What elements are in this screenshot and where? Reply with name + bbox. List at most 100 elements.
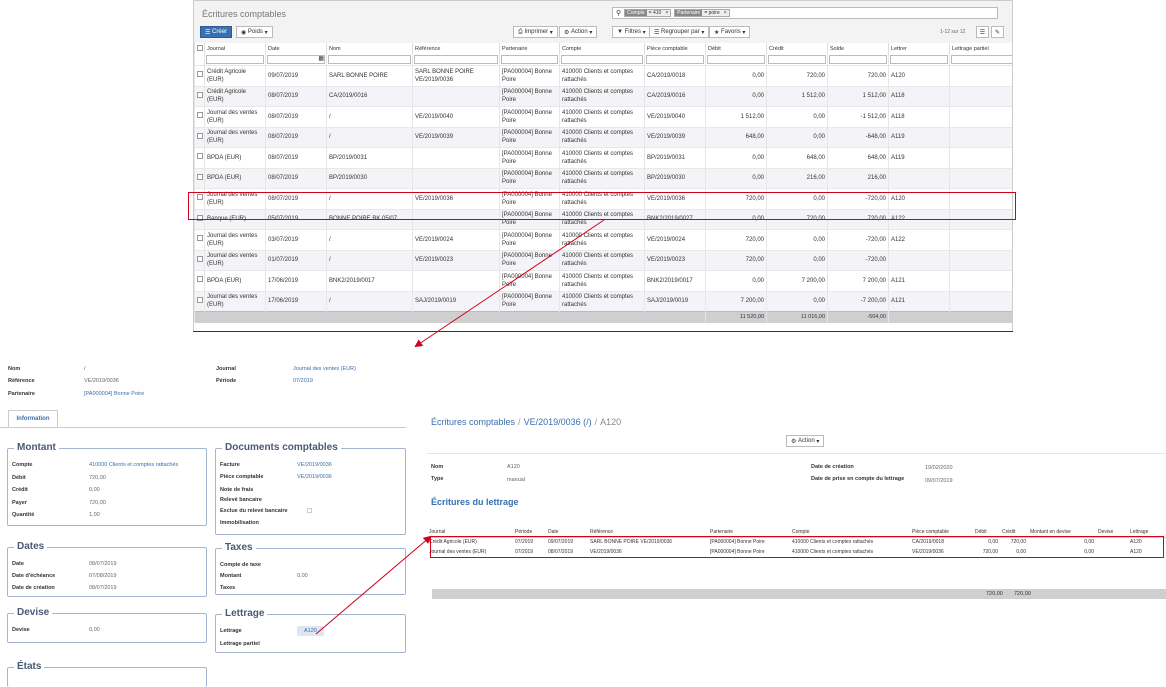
select-all-checkbox[interactable] — [197, 44, 203, 51]
weights-button[interactable]: ◉ Poids ▾ — [236, 26, 273, 38]
table-cell: VE/2019/0039 — [644, 126, 706, 148]
row-checkbox[interactable] — [197, 91, 203, 98]
table-cell: [PA000004] Bonne Poire — [499, 126, 560, 148]
filter-input[interactable] — [829, 55, 887, 64]
row-checkbox[interactable] — [197, 276, 203, 283]
filter-input[interactable] — [707, 55, 765, 64]
documents-section: Documents comptables Facture VE/2019/0036… — [215, 442, 406, 535]
column-header[interactable]: Lettrer — [888, 43, 950, 54]
table-row[interactable]: BPDA (EUR) 08/07/2019 BP/2019/0031 [PA00000… — [194, 147, 1012, 168]
column-header[interactable]: Compte — [559, 43, 645, 54]
table-cell: 0,00 — [705, 65, 767, 86]
table-row[interactable]: Journal des ventes (EUR) 08/07/2019/VE/20… — [194, 126, 1012, 148]
close-icon[interactable]: × — [722, 10, 729, 16]
table-cell: A118 — [888, 106, 950, 127]
form-view-button[interactable]: ✎ — [991, 26, 1004, 38]
table-row[interactable]: Journal des ventes (EUR) 03/07/2019/VE/20… — [194, 229, 1012, 250]
table-cell: 1 512,00 — [766, 85, 828, 107]
create-button[interactable]: ☰ Créer — [200, 26, 233, 38]
column-header[interactable]: Journal — [204, 43, 266, 54]
created-label: Date de création — [811, 464, 854, 470]
column-header[interactable]: Nom — [326, 43, 413, 54]
column-header[interactable]: Pièce comptable — [644, 43, 706, 54]
search-icon[interactable]: ⚲ — [616, 9, 621, 17]
table-cell: 08/07/2019 — [265, 147, 327, 168]
name-label: Nom — [431, 464, 444, 470]
total-credit: 720,00 — [1014, 591, 1031, 597]
partner-link[interactable]: [PA000004] Bonne Poire — [84, 391, 144, 397]
filter-input[interactable] — [561, 55, 643, 64]
table-cell: 17/06/2019 — [265, 290, 327, 312]
column-header[interactable]: Crédit — [766, 43, 828, 54]
filter-input[interactable] — [206, 55, 264, 64]
table-row[interactable]: BPDA (EUR) 08/07/2019 BP/2019/0030 [PA00000… — [194, 167, 1012, 189]
filter-input[interactable] — [951, 55, 1012, 64]
filter-input[interactable] — [890, 55, 948, 64]
row-checkbox[interactable] — [197, 296, 203, 303]
move-link[interactable]: VE/2019/0036 — [297, 474, 332, 480]
table-row[interactable]: BPDA (EUR) 17/06/2019 BNK2/2019/0017 [PA000… — [194, 270, 1012, 291]
close-icon[interactable]: × — [663, 10, 670, 16]
filter-input[interactable] — [414, 55, 498, 64]
table-cell: Journal des ventes (EUR) — [204, 126, 266, 148]
row-checkbox[interactable] — [197, 235, 203, 242]
reconcile-link[interactable]: A120 — [297, 626, 324, 636]
column-header[interactable]: Solde — [827, 43, 889, 54]
filter-input[interactable] — [768, 55, 826, 64]
filter-input[interactable] — [501, 55, 558, 64]
pager[interactable]: 1-12 sur 12 — [940, 29, 965, 35]
table-cell: Journal des ventes (EUR) — [204, 229, 266, 250]
excluded-checkbox[interactable] — [307, 508, 312, 513]
account-link[interactable]: 410000 Clients et comptes rattachés — [89, 462, 178, 468]
calendar-icon[interactable]: ▦ — [318, 56, 324, 62]
table-row[interactable]: Journal des ventes (EUR) 17/06/2019/SAJ/2… — [194, 290, 1012, 312]
table-cell: BNK2/2019/0017 — [644, 270, 706, 291]
row-checkbox[interactable] — [197, 132, 203, 139]
row-checkbox[interactable] — [197, 173, 203, 180]
table-cell: SAJ/2019/0019 — [644, 290, 706, 312]
table-cell: 0,00 — [766, 126, 828, 148]
table-cell: Journal des ventes (EUR) — [204, 290, 266, 312]
print-button[interactable]: ⎙ Imprimer ▾ — [513, 26, 558, 38]
filters-button[interactable]: ▼ Filtres ▾ — [612, 26, 651, 38]
table-cell — [412, 167, 500, 189]
favorites-button[interactable]: ★ Favoris ▾ — [709, 26, 751, 38]
breadcrumb-item[interactable]: Écritures comptables — [431, 417, 515, 427]
list-view-button[interactable]: ☰ — [976, 26, 989, 38]
table-cell: 648,00 — [766, 147, 828, 168]
column-header[interactable]: Lettrage partiel — [949, 43, 1012, 54]
filter-input[interactable] — [328, 55, 411, 64]
period-link[interactable]: 07/2019 — [293, 378, 313, 384]
section-title: Écritures du lettrage — [431, 497, 519, 507]
column-header[interactable]: Débit — [705, 43, 767, 54]
tab-information[interactable]: Information — [8, 410, 58, 427]
divider — [193, 331, 1013, 332]
table-row[interactable]: Crédit Agricole (EUR) 09/07/2019 SARL BONN… — [194, 65, 1012, 86]
column-header[interactable]: Partenaire — [499, 43, 560, 54]
column-header[interactable]: Référence — [412, 43, 500, 54]
column-header[interactable]: Date — [265, 43, 327, 54]
table-cell: 720,00 — [766, 65, 828, 86]
row-checkbox[interactable] — [197, 153, 203, 160]
group-by-button[interactable]: ☰ Regrouper par ▾ — [649, 26, 710, 38]
action-button[interactable]: ⚙ Action ▾ — [559, 26, 598, 38]
journal-link[interactable]: Journal des ventes (EUR) — [293, 366, 356, 372]
filter-input[interactable] — [646, 55, 704, 64]
row-checkbox[interactable] — [197, 71, 203, 78]
table-cell: / — [326, 229, 413, 250]
table-row[interactable]: Crédit Agricole (EUR) 08/07/2019 CA/2019/0… — [194, 85, 1012, 107]
table-cell: SAJ/2019/0019 — [412, 290, 500, 312]
table-row[interactable]: Journal des ventes (EUR) 01/07/2019/VE/20… — [194, 249, 1012, 271]
invoice-link[interactable]: VE/2019/0036 — [297, 462, 332, 468]
table-row[interactable]: Journal des ventes (EUR) 08/07/2019/VE/20… — [194, 106, 1012, 127]
search-input[interactable]: ⚲ Compte = 410 × Partenaire = poire × — [612, 7, 998, 19]
filter-date-input[interactable]: ▦ — [267, 55, 325, 64]
breadcrumb-item[interactable]: VE/2019/0036 (/) — [524, 417, 592, 427]
row-checkbox[interactable] — [197, 255, 203, 262]
table-cell: BPDA (EUR) — [204, 270, 266, 291]
table-cell: 08/07/2019 — [265, 85, 327, 107]
row-checkbox[interactable] — [197, 112, 203, 119]
search-facet-partner[interactable]: Partenaire = poire × — [674, 9, 730, 17]
search-facet-account[interactable]: Compte = 410 × — [624, 9, 672, 17]
action-button[interactable]: ⚙ Action ▾ — [786, 435, 825, 447]
